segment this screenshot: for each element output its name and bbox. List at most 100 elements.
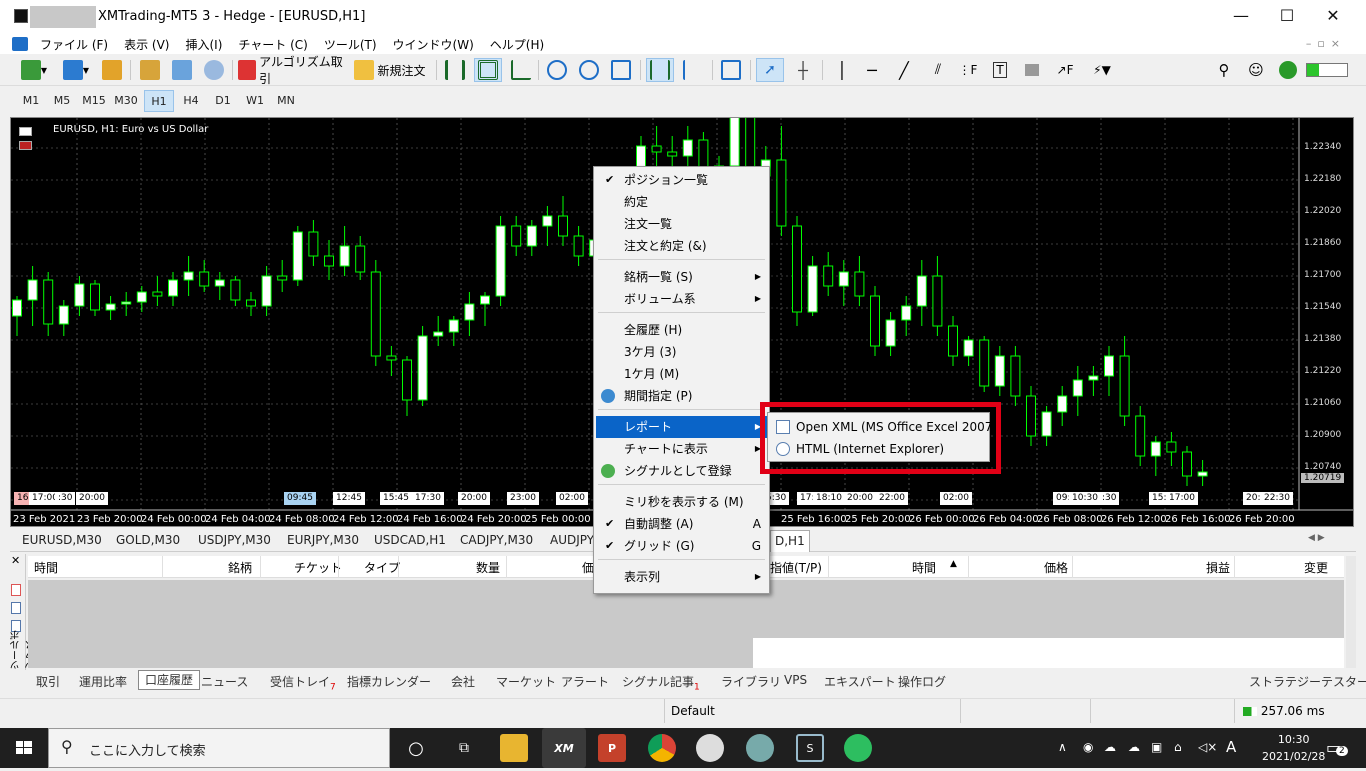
strategy-tester-tab[interactable]: ストラテジーテスター <box>1249 673 1366 690</box>
chart-tab[interactable]: EURUSD,M30 <box>22 533 102 547</box>
line-chart-button[interactable] <box>508 58 534 82</box>
chart-tab[interactable]: USDCAD,H1 <box>374 533 446 547</box>
navigator-button[interactable] <box>138 58 162 82</box>
new-chart-button[interactable]: ▼ <box>16 58 52 82</box>
toolbox-tab[interactable]: 取引 <box>36 673 60 690</box>
candlestick-button[interactable] <box>474 58 502 82</box>
tf-m15[interactable]: M15 <box>79 90 109 112</box>
search-button[interactable]: ⚲ <box>1212 58 1236 82</box>
channels-button[interactable]: ⫽ <box>924 58 952 82</box>
powerpoint-icon[interactable]: P <box>598 734 626 762</box>
menu-view[interactable]: 表示 (V) <box>116 36 177 53</box>
autoscroll-button[interactable] <box>646 58 674 82</box>
chart-tab-active[interactable]: D,H1 <box>770 530 810 552</box>
toolbox-tab[interactable]: エキスパート <box>824 673 896 690</box>
menu-file[interactable]: ファイル (F) <box>32 36 116 53</box>
trendline-button[interactable]: ╱ <box>892 58 916 82</box>
algo-trading-button[interactable]: アルゴリズム取引 <box>238 55 346 86</box>
context-menu-item[interactable]: 表示列 ▶ <box>596 566 767 588</box>
context-menu-item[interactable]: 注文一覧 <box>596 213 767 235</box>
chart-tab[interactable]: AUDJPY <box>550 533 594 547</box>
context-menu-item[interactable]: 全履歴 (H) <box>596 319 767 341</box>
toolbox-tab[interactable]: アラート <box>561 673 609 690</box>
col-type[interactable]: タイプ <box>364 559 400 576</box>
vertical-scrollbar[interactable] <box>1346 556 1356 668</box>
maximize-button[interactable]: ☐ <box>1264 0 1310 34</box>
toolbox-tab[interactable]: 記事1 <box>670 673 700 692</box>
penguin-app-icon[interactable] <box>696 734 724 762</box>
clock[interactable]: 10:30 2021/02/28 <box>1262 731 1325 765</box>
tf-h1[interactable]: H1 <box>144 90 174 112</box>
chart-tab[interactable]: EURJPY,M30 <box>287 533 359 547</box>
tile-windows-button[interactable] <box>608 58 634 82</box>
context-menu-item[interactable]: 1ケ月 (M) <box>596 363 767 385</box>
mdi-window-controls[interactable]: –▫× <box>1306 37 1346 50</box>
ime-indicator[interactable]: A <box>1226 738 1236 756</box>
level-button[interactable] <box>1276 58 1300 82</box>
col-profit[interactable]: 損益 <box>1206 559 1230 576</box>
s-app-icon[interactable]: S <box>796 734 824 762</box>
cortana-icon[interactable]: ○ <box>402 734 430 762</box>
col-close-time[interactable]: 時間 <box>912 559 936 576</box>
context-menu-item[interactable]: ミリ秒を表示する (M) <box>596 491 767 513</box>
context-menu-item[interactable]: ✔ 自動調整 (A) A <box>596 513 767 535</box>
tf-mn[interactable]: MN <box>271 90 301 112</box>
col-change[interactable]: 変更 <box>1304 559 1328 576</box>
profiles-button[interactable]: ▼ <box>58 58 94 82</box>
tray-app-icon[interactable]: ◉ <box>1083 740 1093 754</box>
tf-m30[interactable]: M30 <box>111 90 141 112</box>
context-menu-item[interactable]: 期間指定 (P) <box>596 385 767 407</box>
menu-tools[interactable]: ツール(T) <box>316 36 385 53</box>
market-watch-button[interactable] <box>100 58 124 82</box>
accounts-button[interactable] <box>170 58 194 82</box>
menu-insert[interactable]: 挿入(I) <box>177 36 230 53</box>
vertical-line-button[interactable]: │ <box>830 58 854 82</box>
toolbox-tab[interactable]: 指標カレンダー <box>347 673 431 690</box>
onedrive-icon[interactable]: ☁ <box>1104 740 1116 754</box>
tab-scroll-arrows[interactable]: ◀ ▶ <box>1308 533 1325 543</box>
col-time[interactable]: 時間 <box>34 559 58 576</box>
status-connection[interactable]: 257.06 ms <box>1234 699 1366 723</box>
menu-help[interactable]: ヘルプ(H) <box>482 36 552 53</box>
horizontal-line-button[interactable]: ─ <box>860 58 884 82</box>
context-menu-item[interactable]: 3ケ月 (3) <box>596 341 767 363</box>
crosshair-button[interactable]: ┼ <box>790 58 816 82</box>
arrows-button[interactable]: ⚡▼ <box>1084 58 1120 82</box>
toolbox-tab[interactable]: 受信トレイ7 <box>270 673 336 692</box>
text-button[interactable]: T <box>988 58 1012 82</box>
search-box[interactable]: ⚲ ここに入力して検索 <box>48 728 390 768</box>
tf-m1[interactable]: M1 <box>16 90 46 112</box>
tf-m5[interactable]: M5 <box>47 90 77 112</box>
zoom-in-button[interactable] <box>544 58 570 82</box>
mt5-app-icon[interactable]: XM <box>542 728 586 768</box>
volume-icon[interactable]: ◁× <box>1198 740 1217 754</box>
menu-chart[interactable]: チャート (C) <box>230 36 315 53</box>
tf-h4[interactable]: H4 <box>176 90 206 112</box>
context-menu-item[interactable]: シグナルとして登録 <box>596 460 767 482</box>
col-symbol[interactable]: 銘柄 <box>228 559 252 576</box>
chart-tab[interactable]: USDJPY,M30 <box>198 533 271 547</box>
chart-window-icon[interactable] <box>12 37 28 51</box>
cursor-button[interactable]: ➚ <box>756 58 784 82</box>
toolbox-tab[interactable]: ニュース <box>201 673 248 690</box>
context-menu-item[interactable]: 注文と約定 (&) <box>596 235 767 257</box>
close-toolbox-icon[interactable]: ✕ <box>11 554 20 567</box>
evernote-icon[interactable] <box>844 734 872 762</box>
col-close-price[interactable]: 価格 <box>1044 559 1068 576</box>
start-button[interactable] <box>0 728 48 768</box>
toolbox-tab[interactable]: 運用比率 <box>79 673 127 690</box>
chrome-icon[interactable] <box>648 734 676 762</box>
col-ticket[interactable]: チケット <box>294 559 342 576</box>
toolbox-tab[interactable]: 操作ログ <box>898 673 946 690</box>
file-explorer-icon[interactable] <box>500 734 528 762</box>
context-menu-item[interactable]: ボリューム系 ▶ <box>596 288 767 310</box>
toolbox-tab[interactable]: シグナル <box>622 673 670 690</box>
elliott-button[interactable]: ↗F <box>1052 58 1078 82</box>
tray-chevron-icon[interactable]: ∧ <box>1058 740 1067 754</box>
context-menu-item[interactable]: レポート ▶ <box>596 416 767 438</box>
toolbox-tab[interactable]: 会社 <box>451 673 475 690</box>
task-view-icon[interactable]: ⧉ <box>450 734 478 762</box>
account-button[interactable]: ☺ <box>1244 58 1268 82</box>
menu-window[interactable]: ウインドウ(W) <box>385 36 482 53</box>
shapes-button[interactable] <box>1020 58 1044 82</box>
